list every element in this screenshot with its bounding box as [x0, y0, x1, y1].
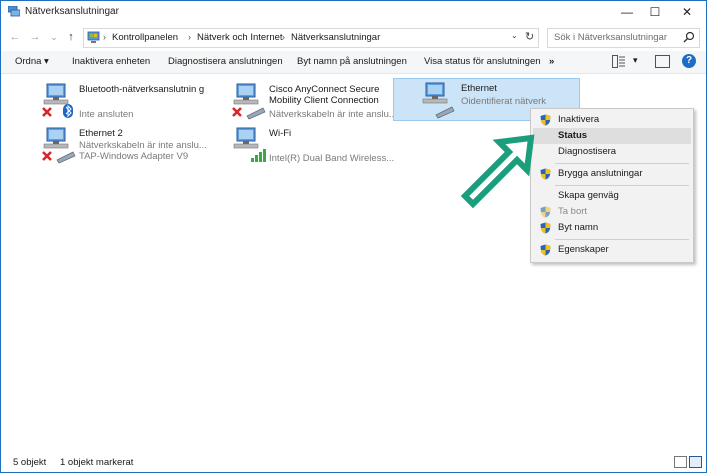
ethernet-network-icon: [42, 127, 76, 164]
menu-item-label: Egenskaper: [558, 244, 609, 255]
recent-locations-icon[interactable]: ⌄: [47, 30, 61, 44]
uac-shield-icon: [540, 114, 551, 126]
menu-item-label: Inaktivera: [558, 114, 600, 125]
status-bar: 5 objekt 1 objekt markerat: [1, 452, 706, 471]
command-bar: Ordna ▾ Inaktivera enheten Diagnostisera…: [1, 51, 706, 74]
search-box[interactable]: Sök i Nätverksanslutningar: [547, 28, 700, 48]
connection-name: Cisco AnyConnect Secure Mobility Client …: [269, 84, 380, 106]
selected-count: 1 objekt markerat: [60, 457, 134, 468]
connection-ethernet-2[interactable]: Ethernet 2 Nätverkskabeln är inte anslu.…: [39, 124, 219, 166]
connection-status: Oidentifierat nätverk: [461, 96, 547, 107]
context-menu: Inaktivera Status Diagnostisera Brygga a…: [530, 108, 694, 263]
help-icon[interactable]: ?: [682, 54, 696, 68]
cisco-network-icon: [232, 83, 266, 120]
menu-item-delete[interactable]: Ta bort: [533, 204, 691, 220]
menu-item-label: Status: [558, 130, 588, 141]
menu-item-status[interactable]: Status: [533, 128, 691, 144]
navigation-bar: ← → ⌄ ↑ › Kontrollpanelen › Nätverk och …: [1, 24, 706, 50]
search-placeholder: Sök i Nätverksanslutningar: [554, 32, 667, 43]
menu-item-disable[interactable]: Inaktivera: [533, 112, 691, 128]
connection-status: Inte ansluten: [79, 109, 134, 120]
forward-icon[interactable]: →: [28, 30, 42, 44]
connection-status: Nätverkskabeln är inte anslu...: [269, 109, 397, 120]
connection-name: Wi-Fi: [269, 128, 292, 139]
menu-item-rename[interactable]: Byt namn: [533, 220, 691, 236]
menu-separator: [555, 239, 689, 240]
preview-pane-icon[interactable]: [655, 55, 670, 68]
menu-item-label: Brygga anslutningar: [558, 168, 643, 179]
connection-device: TAP-Windows Adapter V9: [79, 151, 189, 162]
menu-item-label: Byt namn: [558, 222, 599, 233]
disable-device-button[interactable]: Inaktivera enheten: [72, 56, 150, 67]
breadcrumb-separator: ›: [103, 32, 106, 42]
close-button[interactable]: ✕: [673, 3, 701, 21]
uac-shield-icon: [540, 206, 551, 218]
large-icons-view-icon[interactable]: [689, 456, 702, 468]
address-dropdown-icon[interactable]: ⌄: [511, 31, 518, 40]
change-view-icon[interactable]: [612, 55, 626, 68]
item-count: 5 objekt: [13, 457, 47, 468]
search-icon[interactable]: [683, 31, 695, 43]
breadcrumb-network-internet[interactable]: Nätverk och Internet: [197, 32, 283, 43]
uac-shield-icon: [540, 222, 551, 234]
connection-name: Ethernet 2: [79, 128, 123, 139]
refresh-icon[interactable]: ↻: [525, 30, 534, 43]
control-panel-icon: [87, 31, 100, 43]
minimize-button[interactable]: —: [613, 3, 641, 21]
connection-bluetooth[interactable]: Bluetooth-nätverksanslutnin g Inte anslu…: [39, 80, 219, 122]
menu-separator: [555, 163, 689, 164]
address-bar[interactable]: › Kontrollpanelen › Nätverk och Internet…: [83, 28, 539, 48]
menu-item-label: Diagnostisera: [558, 146, 617, 157]
view-status-button[interactable]: Visa status för anslutningen: [424, 56, 541, 67]
menu-item-properties[interactable]: Egenskaper: [533, 242, 691, 258]
ethernet-network-icon: [422, 82, 455, 119]
bluetooth-network-icon: [42, 83, 73, 118]
breadcrumb-control-panel[interactable]: Kontrollpanelen: [112, 32, 178, 43]
diagnose-connection-button[interactable]: Diagnostisera anslutningen: [168, 56, 283, 67]
maximize-button[interactable]: ☐: [641, 3, 669, 21]
window-title: Nätverksanslutningar: [25, 6, 119, 17]
network-connections-icon: [8, 6, 20, 17]
connection-status: Intel(R) Dual Band Wireless...: [269, 153, 395, 164]
connection-status: Nätverkskabeln är inte anslu...: [79, 140, 207, 151]
menu-item-label: Skapa genväg: [558, 190, 619, 201]
back-icon[interactable]: ←: [8, 30, 22, 44]
connection-name: Ethernet: [461, 83, 497, 94]
breadcrumb-separator: ›: [282, 32, 285, 42]
view-dropdown-icon[interactable]: ▾: [633, 55, 638, 66]
connection-wifi[interactable]: Wi-Fi Intel(R) Dual Band Wireless...: [229, 124, 409, 166]
details-view-icon[interactable]: [674, 456, 687, 468]
menu-separator: [555, 185, 689, 186]
menu-item-bridge-connections[interactable]: Brygga anslutningar: [533, 166, 691, 182]
menu-item-diagnose[interactable]: Diagnostisera: [533, 144, 691, 160]
title-bar: Nätverksanslutningar — ☐ ✕: [1, 1, 706, 23]
wifi-network-icon: [233, 127, 266, 162]
menu-item-create-shortcut[interactable]: Skapa genväg: [533, 188, 691, 204]
pointer-arrow-icon: [460, 134, 535, 209]
connection-name: Bluetooth-nätverksanslutnin g: [79, 84, 205, 95]
uac-shield-icon: [540, 244, 551, 256]
menu-item-label: Ta bort: [558, 206, 588, 217]
breadcrumb-separator: ›: [188, 32, 191, 42]
breadcrumb-network-connections[interactable]: Nätverksanslutningar: [291, 32, 380, 43]
organize-button[interactable]: Ordna ▾: [15, 56, 49, 67]
connection-cisco-anyconnect[interactable]: Cisco AnyConnect Secure Mobility Client …: [229, 80, 409, 122]
rename-connection-button[interactable]: Byt namn på anslutningen: [297, 56, 407, 67]
up-icon[interactable]: ↑: [64, 30, 78, 44]
more-commands-button[interactable]: »: [549, 56, 554, 67]
uac-shield-icon: [540, 168, 551, 180]
